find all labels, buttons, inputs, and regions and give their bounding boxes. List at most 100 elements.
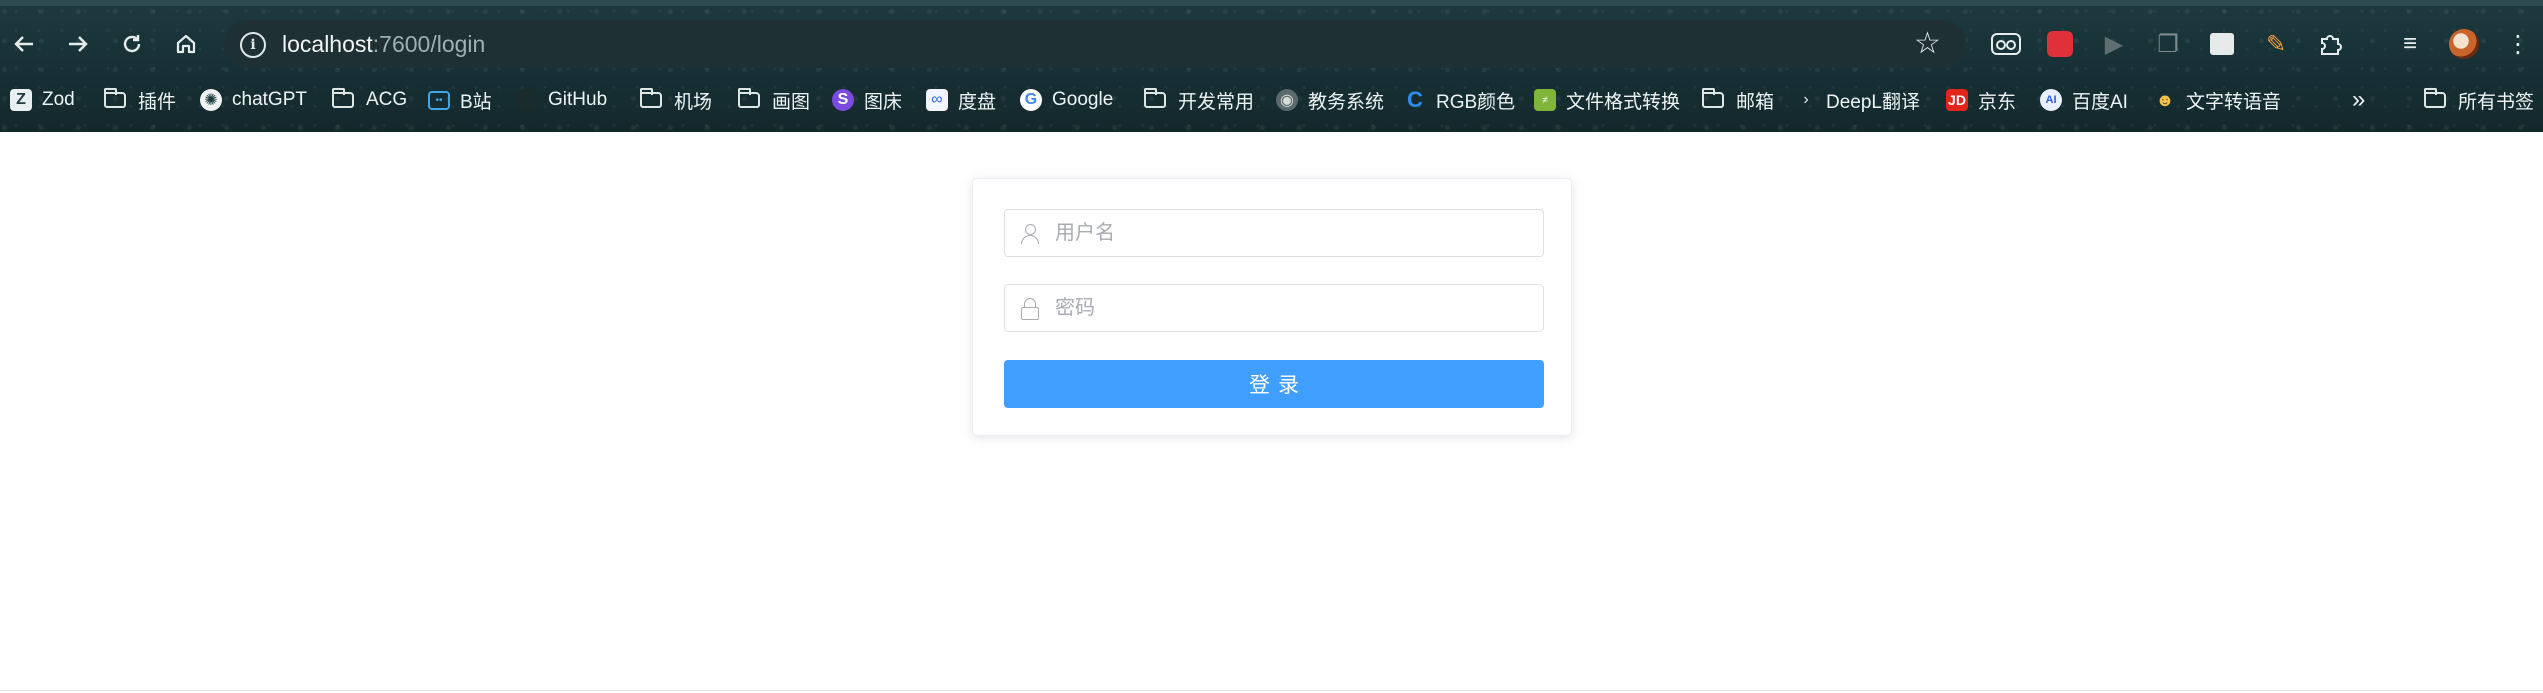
bookmark-acg[interactable]: ACG — [332, 82, 407, 118]
tab-strip-edge — [0, 0, 2543, 6]
bookmark-label: 度盘 — [958, 91, 997, 113]
bookmarks-bar: Z Zod 插件 ✺ chatGPT ACG •• B站 GitHub 机场 画图 S… — [0, 82, 2543, 118]
github-icon — [516, 89, 538, 111]
chevron-double-right-icon[interactable]: » — [2352, 82, 2365, 118]
bookmark-label: 机场 — [674, 91, 713, 113]
s-icon: S — [832, 89, 854, 111]
bookmark-jd[interactable]: JD 京东 — [1946, 82, 2016, 118]
reload-icon — [123, 35, 141, 53]
deepl-icon: › — [1803, 91, 1809, 108]
profile-avatar[interactable] — [2446, 26, 2482, 62]
url-host: localhost — [282, 31, 373, 57]
play-ext-icon[interactable]: ▶ — [2096, 26, 2132, 62]
kebab-menu-icon[interactable]: ⋮ — [2500, 26, 2536, 62]
folder-icon — [738, 88, 760, 108]
home-button[interactable] — [166, 24, 206, 64]
bookmark-label: 图床 — [864, 91, 903, 113]
bookmark-label: GitHub — [548, 89, 608, 110]
tts-icon: ☻ — [2155, 89, 2175, 110]
all-bookmarks-label: 所有书签 — [2458, 91, 2535, 113]
pen-ext-icon[interactable]: ✎ — [2258, 26, 2294, 62]
bookmark-label: 京东 — [1978, 91, 2017, 113]
browser-chrome: i localhost:7600/login ☆ ▶ ❐ ✎ ≡ ⋮ Z Zod … — [0, 0, 2543, 132]
bookmark-label: 邮箱 — [1736, 91, 1775, 113]
puzzle-icon[interactable] — [2312, 26, 2348, 62]
glasses-ext-icon[interactable] — [1988, 26, 2024, 62]
image-ext-icon[interactable] — [2204, 26, 2240, 62]
bookmark-draw[interactable]: 画图 — [738, 82, 810, 118]
bookmark-label: 开发常用 — [1178, 91, 1255, 113]
red-ext-icon[interactable] — [2042, 26, 2078, 62]
bookmark-baidupan[interactable]: ∞ 度盘 — [926, 82, 996, 118]
user-icon — [1021, 223, 1039, 244]
all-bookmarks[interactable]: 所有书签 — [2424, 82, 2534, 118]
folder-icon — [1702, 88, 1724, 108]
bookmark-label: 文字转语音 — [2186, 91, 2282, 113]
bookmark-deepl[interactable]: › DeepL翻译 — [1800, 82, 1920, 118]
openai-icon: ✺ — [200, 89, 222, 111]
globe-icon: ◉ — [1276, 89, 1298, 111]
bookmark-academic[interactable]: ◉ 教务系统 — [1276, 82, 1384, 118]
bookmark-rgb[interactable]: C RGB颜色 — [1404, 82, 1515, 118]
page-content: 登录 — [0, 132, 2543, 693]
address-bar[interactable]: i localhost:7600/login ☆ — [224, 20, 1966, 68]
page-bottom-border — [0, 690, 2543, 691]
arrow-left-icon — [14, 36, 33, 52]
bookmark-label: chatGPT — [232, 89, 307, 110]
zod-icon: Z — [10, 89, 32, 111]
back-button[interactable] — [4, 24, 44, 64]
bookmark-airport[interactable]: 机场 — [640, 82, 712, 118]
baiduai-icon: AI — [2040, 89, 2062, 111]
bookmark-zod[interactable]: Z Zod — [10, 82, 75, 118]
reload-button[interactable] — [112, 24, 152, 64]
login-card: 登录 — [972, 178, 1572, 436]
jd-icon: JD — [1946, 89, 1968, 111]
bookmark-label: DeepL翻译 — [1826, 91, 1920, 113]
convert-icon: ≠ — [1534, 89, 1556, 111]
bookmark-mail[interactable]: 邮箱 — [1702, 82, 1774, 118]
password-input[interactable] — [1053, 295, 1537, 321]
folder-icon — [640, 88, 662, 108]
bookmark-label: 画图 — [772, 91, 811, 113]
login-button[interactable]: 登录 — [1004, 360, 1544, 408]
bookmark-label: 插件 — [138, 91, 177, 113]
arrow-right-icon — [69, 36, 88, 52]
bookmark-imagebed[interactable]: S 图床 — [832, 82, 902, 118]
bookmark-label: ACG — [366, 89, 408, 110]
copy-ext-icon[interactable]: ❐ — [2150, 26, 2186, 62]
info-icon[interactable]: i — [240, 32, 266, 58]
folder-icon — [104, 88, 126, 108]
baidupan-icon: ∞ — [926, 89, 948, 111]
queue-icon[interactable]: ≡ — [2392, 26, 2428, 62]
folder-icon — [1144, 88, 1166, 108]
bookmark-label: B站 — [460, 91, 492, 113]
bookmark-google[interactable]: G Google — [1020, 82, 1113, 118]
bookmark-label: 百度AI — [2072, 91, 2128, 113]
bookmark-convert[interactable]: ≠ 文件格式转换 — [1534, 82, 1680, 118]
bookmark-label: 教务系统 — [1308, 91, 1385, 113]
username-input[interactable] — [1053, 220, 1537, 246]
password-field[interactable] — [1004, 284, 1544, 332]
bilibili-icon: •• — [428, 90, 450, 110]
forward-button[interactable] — [58, 24, 98, 64]
bookmark-plugins[interactable]: 插件 — [104, 82, 176, 118]
bookmark-dev[interactable]: 开发常用 — [1144, 82, 1254, 118]
bookmark-label: Google — [1052, 89, 1114, 110]
username-field[interactable] — [1004, 209, 1544, 257]
bookmark-label: 文件格式转换 — [1566, 91, 1681, 113]
folder-icon — [332, 88, 354, 108]
lock-icon — [1021, 298, 1039, 320]
url-text[interactable]: localhost:7600/login — [282, 30, 485, 58]
star-icon[interactable]: ☆ — [1914, 26, 1941, 61]
c-icon: C — [1407, 87, 1423, 112]
bookmark-label: Zod — [42, 89, 75, 110]
bookmark-tts[interactable]: ☻ 文字转语音 — [2154, 82, 2282, 118]
google-icon: G — [1020, 89, 1042, 111]
bookmark-github[interactable]: GitHub — [516, 82, 607, 118]
bookmark-baiduai[interactable]: AI 百度AI — [2040, 82, 2128, 118]
bookmark-chatgpt[interactable]: ✺ chatGPT — [200, 82, 307, 118]
bookmark-label: RGB颜色 — [1436, 91, 1516, 113]
folder-icon — [2424, 88, 2446, 108]
url-path: :7600/login — [372, 31, 486, 57]
bookmark-bilibili[interactable]: •• B站 — [428, 82, 492, 118]
